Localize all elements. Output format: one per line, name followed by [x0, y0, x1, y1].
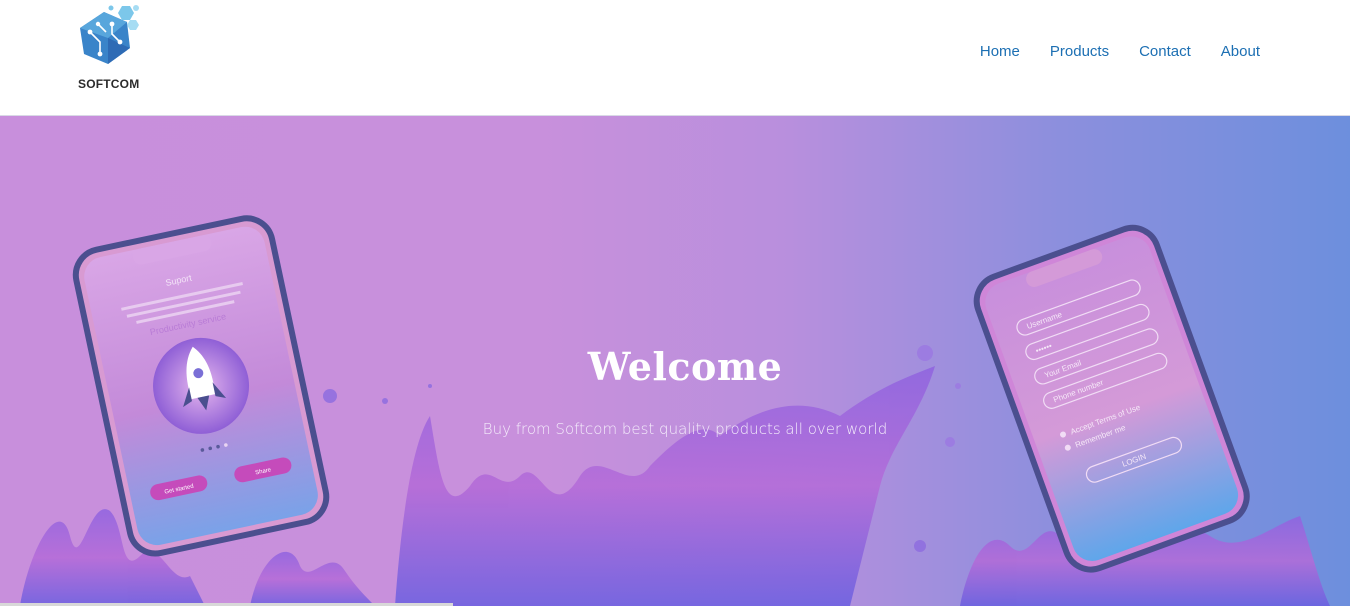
site-header: SOFTCOM Home Products Contact About [0, 0, 1350, 116]
hero-section: Suport Productivity service Get started … [0, 116, 1350, 606]
nav-link-products[interactable]: Products [1050, 43, 1109, 60]
nav-link-contact[interactable]: Contact [1139, 43, 1191, 60]
nav-link-home[interactable]: Home [980, 43, 1020, 60]
hexagon-circuit-icon [80, 5, 139, 64]
hero-subtitle: Buy from Softcom best quality products a… [482, 420, 888, 438]
hero-title: Welcome [587, 344, 783, 390]
brand-name: SOFTCOM [78, 77, 140, 91]
brand-logo[interactable]: SOFTCOM [72, 2, 144, 94]
nav-link-about[interactable]: About [1221, 43, 1260, 60]
right-phone-mockup: Username •••••• Your Email Phone number … [973, 224, 1250, 573]
main-nav: Home Products Contact About [980, 43, 1260, 60]
